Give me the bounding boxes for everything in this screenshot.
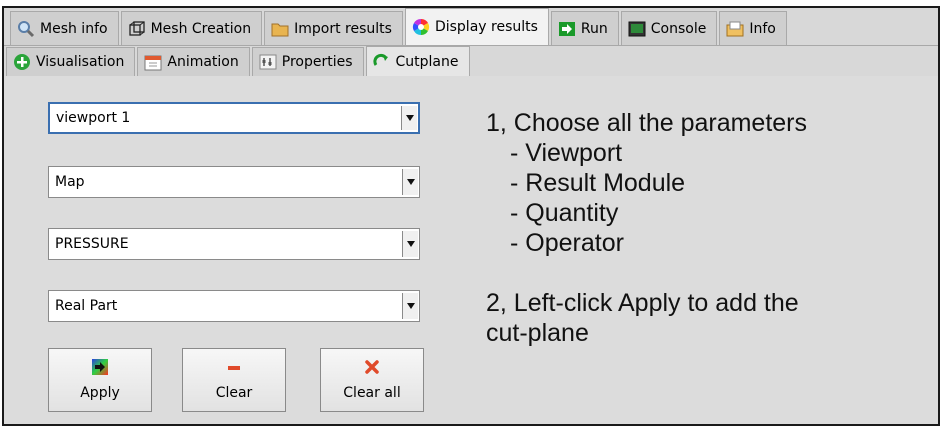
cube-icon — [128, 20, 146, 38]
color-wheel-icon — [412, 18, 430, 36]
tab-animation[interactable]: Animation — [137, 47, 250, 76]
apply-button[interactable]: Apply — [48, 348, 152, 412]
chevron-down-icon[interactable] — [402, 293, 418, 319]
clear-all-button[interactable]: Clear all — [320, 348, 424, 412]
operator-select[interactable]: Real Part — [48, 290, 420, 322]
tab-label: Display results — [434, 19, 538, 35]
tab-properties[interactable]: Properties — [251, 47, 364, 76]
chevron-down-icon[interactable] — [402, 231, 418, 257]
tab-label: Cutplane — [395, 53, 459, 70]
calendar-icon — [144, 53, 162, 71]
instruction-item: - Result Module — [510, 169, 686, 197]
sub-tab-bar: Visualisation Animation Properties Cutpl… — [4, 46, 938, 76]
tab-label: Console — [650, 20, 707, 37]
tab-info[interactable]: Info — [719, 11, 787, 45]
apply-icon — [92, 359, 108, 375]
instructions: 1, Choose all the parameters - Viewport … — [486, 108, 807, 348]
tab-import-results[interactable]: Import results — [264, 11, 403, 45]
clear-button[interactable]: Clear — [182, 348, 286, 412]
tab-label: Import results — [294, 20, 392, 37]
tab-label: Mesh info — [40, 20, 108, 37]
cutplane-icon — [372, 53, 391, 71]
console-icon — [628, 20, 646, 38]
instruction-item: - Operator — [510, 229, 624, 257]
instruction-step-1: 1, Choose all the parameters — [486, 109, 808, 137]
run-arrow-icon — [558, 20, 576, 38]
instruction-item: - Quantity — [510, 199, 619, 227]
result-module-select-value: Map — [55, 174, 85, 190]
tab-label: Visualisation — [36, 54, 125, 70]
quantity-select-value: PRESSURE — [55, 236, 129, 252]
clear-all-button-label: Clear all — [343, 385, 401, 401]
minus-icon — [226, 359, 242, 375]
plus-circle-icon — [13, 53, 31, 71]
close-icon — [364, 359, 380, 375]
quantity-select[interactable]: PRESSURE — [48, 228, 420, 260]
instruction-step-2-continued: cut-plane — [486, 319, 589, 347]
operator-select-value: Real Part — [55, 298, 118, 314]
magnifier-icon — [17, 20, 35, 38]
tab-display-results[interactable]: Display results — [404, 8, 549, 45]
tab-cutplane[interactable]: Cutplane — [365, 46, 470, 76]
instruction-step-2: 2, Left-click Apply to add the — [486, 289, 799, 317]
chevron-down-icon[interactable] — [402, 169, 418, 195]
chevron-down-icon[interactable] — [401, 106, 417, 130]
viewport-select-value: viewport 1 — [56, 110, 131, 126]
viewport-select[interactable]: viewport 1 — [48, 102, 420, 134]
tab-mesh-creation[interactable]: Mesh Creation — [120, 11, 263, 45]
tab-label: Animation — [167, 54, 239, 70]
tab-label: Properties — [281, 54, 353, 70]
tab-console[interactable]: Console — [620, 11, 718, 45]
tab-visualisation[interactable]: Visualisation — [6, 47, 136, 76]
info-icon — [726, 20, 744, 38]
tab-run[interactable]: Run — [550, 11, 619, 45]
properties-icon — [259, 53, 277, 71]
tab-label: Mesh Creation — [150, 20, 252, 37]
clear-button-label: Clear — [215, 385, 253, 401]
cutplane-window: Mesh info Mesh Creation Import results D… — [2, 6, 940, 426]
tab-label: Info — [749, 20, 776, 37]
result-module-select[interactable]: Map — [48, 166, 420, 198]
tab-mesh-info[interactable]: Mesh info — [10, 11, 119, 45]
tab-label: Run — [580, 20, 608, 37]
main-tab-bar: Mesh info Mesh Creation Import results D… — [4, 8, 938, 46]
instruction-item: - Viewport — [510, 139, 623, 167]
folder-icon — [271, 20, 289, 38]
apply-button-label: Apply — [80, 385, 120, 401]
